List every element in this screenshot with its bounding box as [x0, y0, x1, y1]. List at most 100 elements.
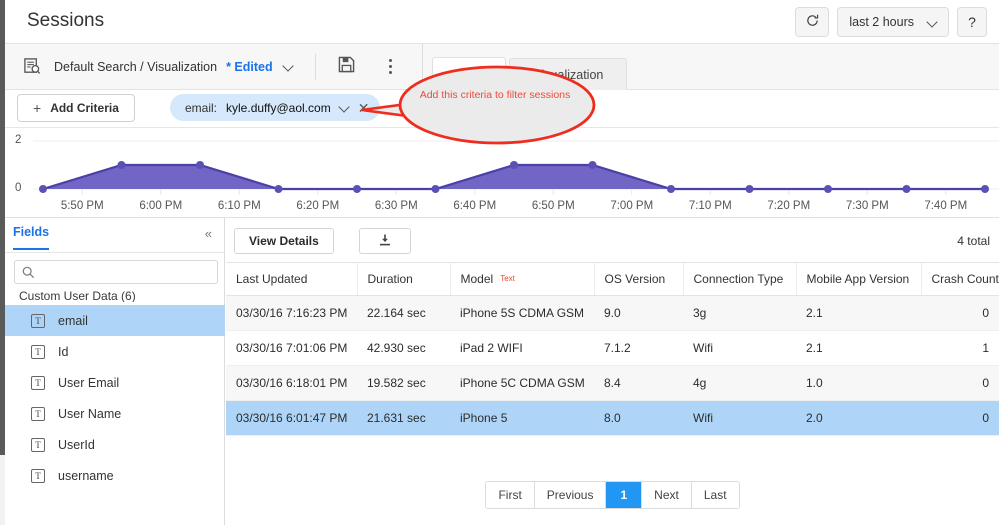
- table-toolbar: View Details 4 total: [226, 218, 999, 263]
- collapse-left-icon[interactable]: «: [205, 226, 212, 241]
- criteria-chip-email[interactable]: email: kyle.duffy@aol.com ✕: [170, 94, 381, 121]
- chart-data-point[interactable]: [117, 161, 126, 169]
- cell-duration: 21.631 sec: [357, 400, 450, 436]
- sessions-timeline-chart: 2 0 5:50 PM 6:00 PM 6:10 PM 6:20 PM 6:30 PM 6…: [5, 128, 999, 218]
- toolbar-divider: [314, 53, 316, 80]
- field-item[interactable]: T Id: [5, 336, 225, 367]
- x-axis-tick-label: 6:10 PM: [218, 200, 261, 212]
- cell-last-updated: 03/30/16 7:01:06 PM: [226, 330, 357, 366]
- pagination-1[interactable]: 1: [606, 482, 643, 508]
- x-axis-tick-label: 7:40 PM: [924, 200, 967, 212]
- x-axis-tick-label: 6:30 PM: [375, 200, 418, 212]
- field-item[interactable]: Tusername: [5, 460, 225, 491]
- chart-data-point[interactable]: [902, 185, 911, 193]
- field-item[interactable]: Temail: [5, 305, 225, 336]
- column-label: Last Updated: [236, 272, 308, 286]
- more-options-button[interactable]: [378, 54, 404, 80]
- refresh-button[interactable]: [795, 7, 830, 37]
- cell-crash-count: 0: [921, 400, 999, 436]
- x-axis-tick-label: 6:20 PM: [296, 200, 339, 212]
- cell-model: iPhone 5S CDMA GSM: [450, 295, 594, 331]
- pagination-first[interactable]: First: [486, 482, 535, 508]
- text-type-icon: T: [31, 344, 45, 359]
- pagination-next[interactable]: Next: [642, 482, 692, 508]
- cell-crash-count: 0: [921, 295, 999, 331]
- chart-data-point[interactable]: [196, 161, 204, 169]
- table-row[interactable]: 03/30/16 7:01:06 PM 42.930 sec iPad 2 WIFI…: [226, 330, 999, 366]
- table-row[interactable]: 03/30/16 7:16:23 PM 22.164 sec iPhone 5S C…: [226, 295, 999, 331]
- column-mobile-app-version[interactable]: Mobile App Version: [796, 263, 922, 296]
- saved-search-name: Default Search / Visualization: [54, 59, 218, 74]
- cell-duration: 22.164 sec: [357, 295, 450, 331]
- cell-connection-type: Wifi: [683, 330, 796, 366]
- column-last-updated[interactable]: Last Updated: [226, 263, 358, 296]
- cell-duration: 42.930 sec: [357, 330, 450, 366]
- x-axis-tick-label: 7:00 PM: [610, 200, 653, 212]
- column-model[interactable]: Model Text: [450, 263, 595, 296]
- model-type-tag: Text: [500, 274, 515, 283]
- time-range-select[interactable]: last 2 hours: [837, 7, 949, 37]
- edited-badge: * Edited: [226, 59, 273, 74]
- page-title: Sessions: [27, 10, 105, 31]
- field-item-label: email: [58, 313, 88, 328]
- field-item-label: User Email: [58, 375, 120, 390]
- fields-sidebar: Fields « Custom User Data (6) Temail T Id T…: [5, 218, 225, 525]
- table-row[interactable]: 03/30/16 6:18:01 PM 19.582 sec iPhone 5C C…: [226, 365, 999, 401]
- criteria-chip-key: email:: [185, 100, 218, 115]
- field-item-label: User Name: [58, 406, 122, 421]
- view-details-button[interactable]: View Details: [234, 228, 334, 254]
- table-body: 03/30/16 7:16:23 PM 22.164 sec iPhone 5S C…: [226, 295, 999, 436]
- x-axis-tick-label: 5:50 PM: [61, 200, 104, 212]
- close-icon[interactable]: ✕: [358, 101, 370, 115]
- chart-data-point[interactable]: [431, 185, 440, 193]
- column-label: Model: [460, 272, 494, 286]
- add-criteria-button[interactable]: + Add Criteria: [17, 94, 135, 122]
- criteria-bar: + Add Criteria email: kyle.duffy@aol.com…: [5, 90, 999, 128]
- tab-fields[interactable]: Fields: [13, 225, 50, 250]
- tab-visualization[interactable]: Visualization: [509, 58, 628, 90]
- chart-data-point[interactable]: [588, 161, 597, 169]
- column-os-version[interactable]: OS Version: [594, 263, 684, 296]
- table-header-row: Last Updated Duration Model Text OS Versi…: [226, 263, 999, 296]
- cell-connection-type: 3g: [683, 295, 796, 331]
- fields-search-input[interactable]: [14, 260, 218, 284]
- tab-data[interactable]: Data: [432, 57, 507, 90]
- column-crash-count[interactable]: Crash Count: [921, 263, 999, 296]
- chart-data-point[interactable]: [353, 185, 361, 193]
- column-label: Crash Count: [931, 272, 999, 286]
- field-item[interactable]: T User Name: [5, 398, 225, 429]
- cell-connection-type: Wifi: [683, 400, 796, 436]
- cell-last-updated: 03/30/16 6:18:01 PM: [226, 365, 357, 401]
- download-button[interactable]: [359, 228, 411, 254]
- saved-search-group: Default Search / Visualization * Edited: [5, 44, 423, 89]
- chevron-down-icon[interactable]: [284, 62, 293, 71]
- pagination-last[interactable]: Last: [691, 482, 739, 508]
- save-button[interactable]: [334, 54, 360, 80]
- cell-last-updated: 03/30/16 7:16:23 PM: [226, 295, 357, 331]
- refresh-icon: [805, 13, 820, 31]
- kebab-menu-icon: [389, 59, 393, 74]
- chart-data-point[interactable]: [39, 185, 47, 193]
- chart-data-point[interactable]: [274, 185, 283, 193]
- chart-data-point[interactable]: [981, 185, 989, 193]
- column-duration[interactable]: Duration: [357, 263, 451, 296]
- chart-canvas[interactable]: 5:50 PM 6:00 PM 6:10 PM 6:20 PM 6:30 PM 6:40 …: [5, 128, 999, 218]
- cell-crash-count: 0: [921, 365, 999, 401]
- chart-data-point[interactable]: [510, 161, 518, 169]
- field-item[interactable]: T User Email: [5, 367, 225, 398]
- x-axis-tick-label: 6:50 PM: [532, 200, 575, 212]
- table-row[interactable]: 03/30/16 6:01:47 PM 21.631 sec iPhone 5 8.0…: [226, 400, 999, 436]
- pagination-previous[interactable]: Previous: [534, 482, 607, 508]
- results-total-label: 4 total: [957, 234, 990, 248]
- help-button[interactable]: ?: [957, 7, 987, 37]
- plus-icon: +: [33, 100, 42, 116]
- chevron-down-icon[interactable]: [340, 103, 349, 112]
- saved-search-icon: [23, 57, 42, 76]
- field-item[interactable]: T UserId: [5, 429, 225, 460]
- column-connection-type[interactable]: Connection Type: [683, 263, 797, 296]
- cell-os-version: 9.0: [594, 295, 683, 331]
- chart-data-point[interactable]: [745, 185, 754, 193]
- chart-data-point[interactable]: [824, 185, 832, 193]
- chart-data-point[interactable]: [667, 185, 675, 193]
- search-icon: [22, 266, 35, 284]
